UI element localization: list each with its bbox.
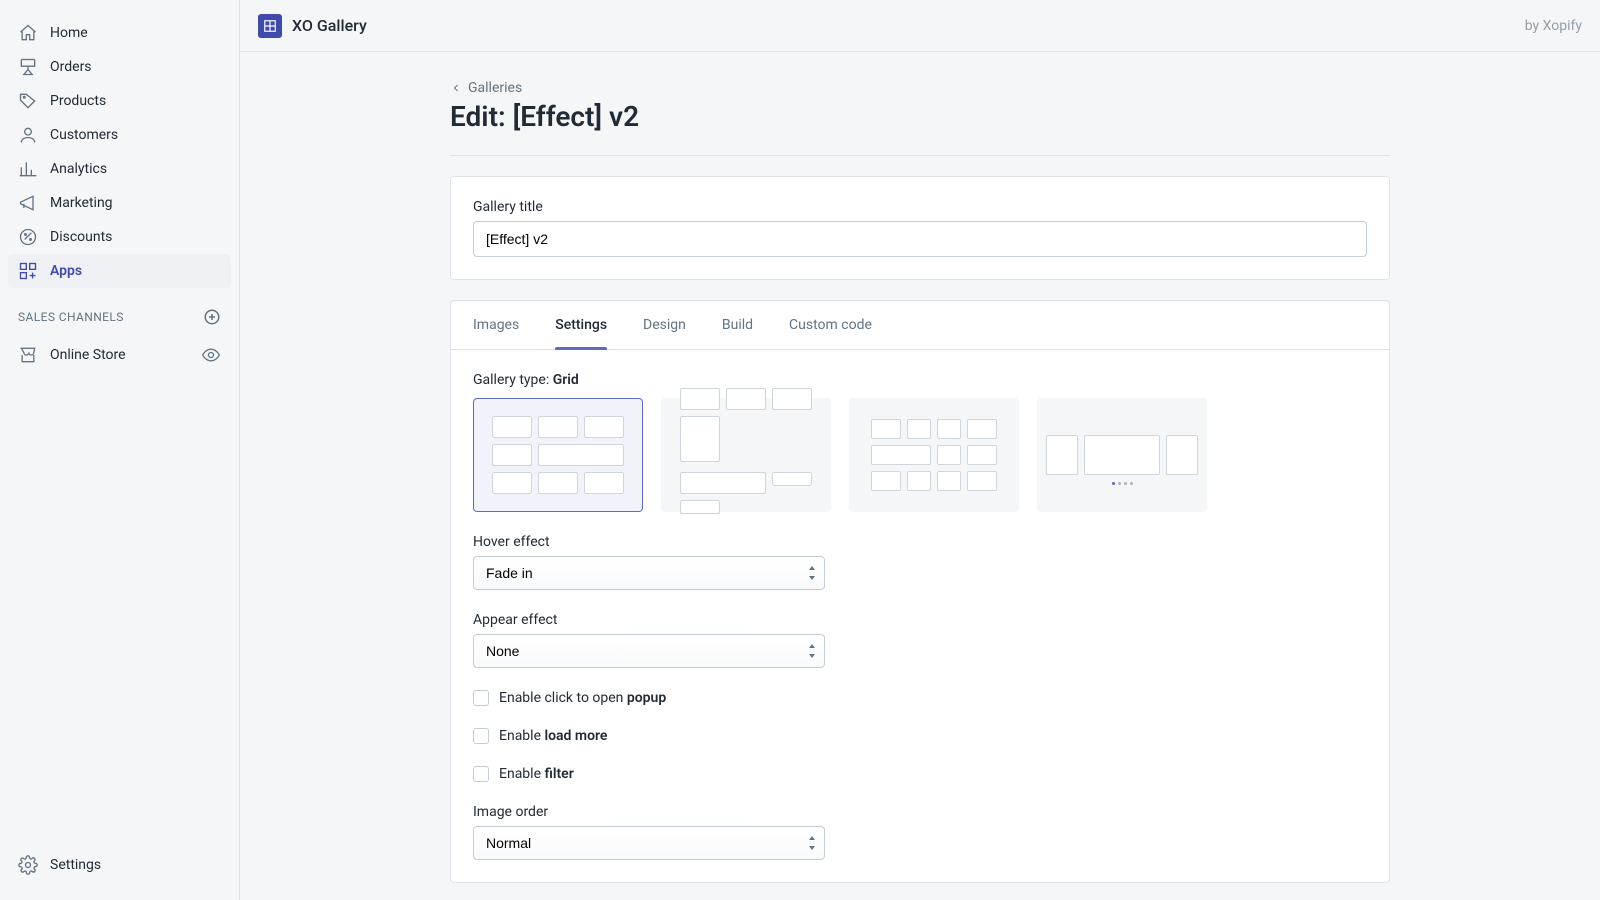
enable-filter-checkbox[interactable]: [473, 766, 489, 782]
appear-label: Appear effect: [473, 612, 825, 628]
gallery-type-grid[interactable]: [473, 398, 643, 512]
gallery-type-masonry[interactable]: [661, 398, 831, 512]
tab-build[interactable]: Build: [722, 301, 753, 349]
content-scroll: Galleries Edit: [Effect] v2 Gallery titl…: [240, 52, 1600, 900]
app-root: Home Orders Products Customers Analytics…: [0, 0, 1600, 900]
products-icon: [18, 91, 38, 111]
gallery-title-input[interactable]: [473, 221, 1367, 257]
app-logo-icon: [258, 14, 282, 38]
sidebar-nav: Home Orders Products Customers Analytics…: [0, 10, 239, 294]
enable-popup-checkbox[interactable]: [473, 690, 489, 706]
sidebar-item-label: Products: [50, 93, 106, 109]
enable-popup-check[interactable]: Enable click to open popup: [473, 690, 1367, 706]
sidebar-item-online-store[interactable]: Online Store: [8, 338, 231, 372]
sidebar-item-label: Online Store: [50, 347, 189, 363]
gallery-title-label: Gallery title: [473, 199, 1367, 215]
sidebar-item-analytics[interactable]: Analytics: [8, 152, 231, 186]
sidebar-item-home[interactable]: Home: [8, 16, 231, 50]
hover-select[interactable]: Fade in: [473, 556, 825, 590]
enable-filter-check[interactable]: Enable filter: [473, 766, 1367, 782]
sidebar-item-orders[interactable]: Orders: [8, 50, 231, 84]
app-vendor: by Xopify: [1525, 18, 1582, 34]
page: Galleries Edit: [Effect] v2 Gallery titl…: [450, 80, 1390, 883]
sales-channels-header: Sales channels: [0, 294, 239, 332]
tab-design[interactable]: Design: [643, 301, 686, 349]
sidebar-footer: Settings: [0, 848, 239, 890]
sidebar-item-label: Orders: [50, 59, 92, 75]
preview-icon[interactable]: [201, 345, 221, 365]
sidebar: Home Orders Products Customers Analytics…: [0, 0, 240, 900]
settings-panel: Gallery type: Grid: [451, 350, 1389, 882]
gallery-type-justified[interactable]: [849, 398, 1019, 512]
sidebar-item-label: Apps: [50, 263, 82, 279]
appear-field: Appear effect None: [473, 612, 825, 668]
tabs: Images Settings Design Build Custom code: [451, 301, 1389, 350]
sidebar-item-label: Marketing: [50, 195, 113, 211]
settings-card: Images Settings Design Build Custom code…: [450, 300, 1390, 883]
hover-field: Hover effect Fade in: [473, 534, 825, 590]
app-title: XO Gallery: [292, 16, 1525, 35]
enable-loadmore-check[interactable]: Enable load more: [473, 728, 1367, 744]
channels-nav: Online Store: [0, 332, 239, 378]
sidebar-item-customers[interactable]: Customers: [8, 118, 231, 152]
sidebar-item-marketing[interactable]: Marketing: [8, 186, 231, 220]
sales-channels-label: Sales channels: [18, 310, 124, 324]
add-channel-icon[interactable]: [203, 308, 221, 326]
tab-custom-code[interactable]: Custom code: [789, 301, 872, 349]
appear-select[interactable]: None: [473, 634, 825, 668]
main-area: XO Gallery by Xopify Galleries Edit: [Ef…: [240, 0, 1600, 900]
hover-label: Hover effect: [473, 534, 825, 550]
settings-label: Settings: [50, 857, 101, 873]
gallery-type-value: Grid: [553, 372, 579, 388]
sidebar-item-label: Customers: [50, 127, 118, 143]
gallery-type-label: Gallery type:: [473, 372, 549, 388]
page-title: Edit: [Effect] v2: [450, 100, 1390, 156]
gallery-type-options: [473, 398, 1367, 512]
sidebar-item-apps[interactable]: Apps: [8, 254, 231, 288]
sidebar-item-label: Analytics: [50, 161, 107, 177]
analytics-icon: [18, 159, 38, 179]
customers-icon: [18, 125, 38, 145]
home-icon: [18, 23, 38, 43]
apps-icon: [18, 261, 38, 281]
image-order-select[interactable]: Normal: [473, 826, 825, 860]
image-order-field: Image order Normal: [473, 804, 825, 860]
gallery-type-slider[interactable]: [1037, 398, 1207, 512]
gear-icon: [18, 855, 38, 875]
enable-loadmore-checkbox[interactable]: [473, 728, 489, 744]
store-icon: [18, 345, 38, 365]
tab-images[interactable]: Images: [473, 301, 519, 349]
sidebar-item-discounts[interactable]: Discounts: [8, 220, 231, 254]
orders-icon: [18, 57, 38, 77]
sidebar-item-products[interactable]: Products: [8, 84, 231, 118]
marketing-icon: [18, 193, 38, 213]
breadcrumb-back[interactable]: Galleries: [450, 80, 522, 96]
gallery-type-row: Gallery type: Grid: [473, 372, 1367, 388]
breadcrumb-label: Galleries: [468, 80, 522, 96]
tab-settings[interactable]: Settings: [555, 301, 607, 349]
chevron-left-icon: [450, 82, 462, 94]
title-card: Gallery title: [450, 176, 1390, 280]
image-order-label: Image order: [473, 804, 825, 820]
discounts-icon: [18, 227, 38, 247]
sidebar-item-label: Discounts: [50, 229, 112, 245]
sidebar-item-label: Home: [50, 25, 88, 41]
sidebar-item-settings[interactable]: Settings: [8, 848, 231, 882]
topbar: XO Gallery by Xopify: [240, 0, 1600, 52]
